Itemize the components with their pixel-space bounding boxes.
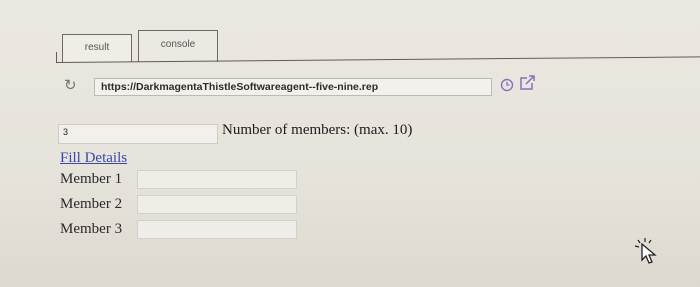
- clock-icon[interactable]: [500, 78, 514, 92]
- member-1-input[interactable]: [137, 170, 297, 189]
- member-3-input[interactable]: [137, 220, 297, 239]
- fill-details-link[interactable]: Fill Details: [60, 150, 127, 167]
- reload-icon[interactable]: ↻: [64, 78, 77, 94]
- member-count-value: 3: [63, 127, 69, 137]
- member-2-input[interactable]: [137, 195, 297, 214]
- member-count-label: Number of members: (max. 10): [222, 122, 413, 138]
- address-bar[interactable]: https://DarkmagentaThistleSoftwareagent-…: [94, 78, 492, 96]
- tab-result[interactable]: result: [62, 34, 132, 62]
- open-in-new-window-icon[interactable]: [518, 74, 536, 92]
- member-2-label: Member 2: [60, 196, 123, 212]
- tab-result-label: result: [84, 42, 110, 53]
- tab-console[interactable]: console: [138, 30, 218, 62]
- member-3-label: Member 3: [60, 221, 123, 237]
- url-text: https://DarkmagentaThistleSoftwareagent-…: [101, 81, 379, 93]
- screen: result console ↻ https://DarkmagentaThis…: [0, 0, 700, 287]
- mouse-pointer-icon: [634, 238, 657, 264]
- tab-console-label: console: [160, 39, 196, 50]
- tab-bar-edge: [56, 52, 63, 62]
- member-1-label: Member 1: [60, 171, 123, 187]
- member-count-input[interactable]: 3: [58, 124, 218, 144]
